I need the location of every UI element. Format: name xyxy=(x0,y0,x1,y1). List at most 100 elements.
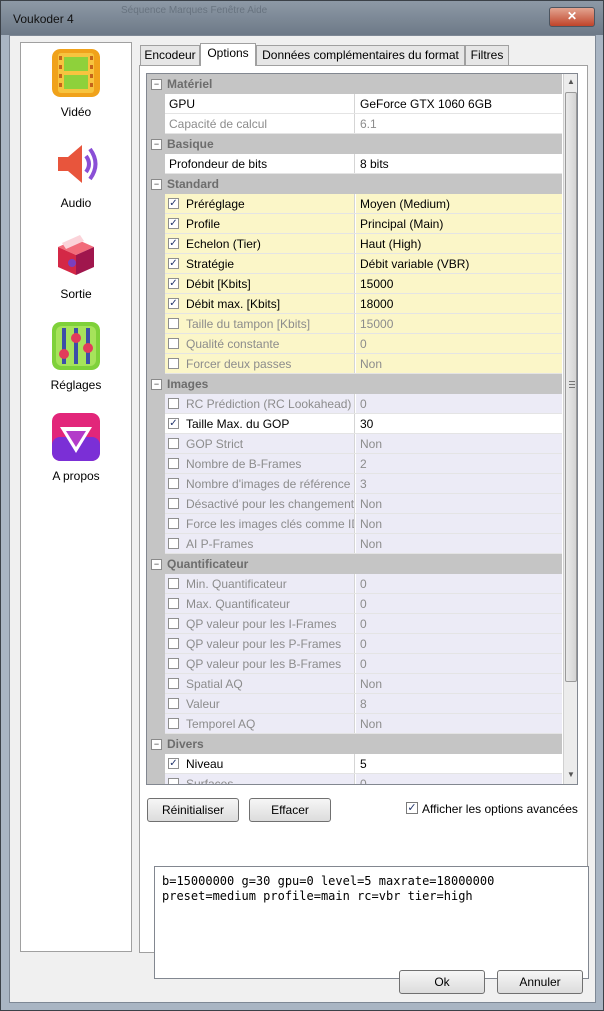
property-checkbox[interactable] xyxy=(168,698,179,709)
property-value-cell[interactable]: 0 xyxy=(356,634,562,653)
property-value-cell[interactable]: Non xyxy=(356,534,562,553)
property-row[interactable]: Capacité de calcul 6.1 xyxy=(147,114,562,134)
property-name-cell[interactable]: Max. Quantificateur xyxy=(165,594,355,613)
property-row[interactable]: Forcer deux passes Non xyxy=(147,354,562,374)
tab-encoder[interactable]: Encodeur xyxy=(140,45,200,65)
property-checkbox[interactable] xyxy=(168,338,179,349)
property-value-cell[interactable]: Non xyxy=(356,354,562,373)
property-name-cell[interactable]: Taille du tampon [Kbits] xyxy=(165,314,355,333)
property-checkbox[interactable] xyxy=(168,398,179,409)
scroll-up-icon[interactable]: ▲ xyxy=(566,77,576,87)
property-checkbox[interactable] xyxy=(168,498,179,509)
collapse-icon[interactable]: − xyxy=(151,139,162,150)
property-name-cell[interactable]: QP valeur pour les I-Frames xyxy=(165,614,355,633)
property-value-cell[interactable]: Haut (High) xyxy=(356,234,562,253)
property-value-cell[interactable]: 0 xyxy=(356,594,562,613)
collapse-icon[interactable]: − xyxy=(151,739,162,750)
output-params-text[interactable]: b=15000000 g=30 gpu=0 level=5 maxrate=18… xyxy=(154,866,589,979)
title-bar[interactable]: Séquence Marques Fenêtre Aide Voukoder 4… xyxy=(1,1,603,35)
property-checkbox[interactable]: ✓ xyxy=(168,278,179,289)
property-checkbox[interactable]: ✓ xyxy=(168,198,179,209)
property-row[interactable]: ✓ Débit [Kbits] 15000 xyxy=(147,274,562,294)
property-checkbox[interactable] xyxy=(168,358,179,369)
reset-button[interactable]: Réinitialiser xyxy=(147,798,239,822)
cancel-button[interactable]: Annuler xyxy=(497,970,583,994)
property-value-cell[interactable]: 6.1 xyxy=(356,114,562,133)
category-row[interactable]: − Divers xyxy=(147,734,562,754)
property-row[interactable]: AI P-Frames Non xyxy=(147,534,562,554)
property-name-cell[interactable]: Nombre de B-Frames xyxy=(165,454,355,473)
property-grid[interactable]: − Matériel GPU GeForce GTX 1060 6GB Capacité… xyxy=(146,73,578,785)
property-checkbox[interactable] xyxy=(168,598,179,609)
property-value-cell[interactable]: 2 xyxy=(356,454,562,473)
property-value-cell[interactable]: Non xyxy=(356,494,562,513)
property-row[interactable]: RC Prédiction (RC Lookahead) 0 xyxy=(147,394,562,414)
sidebar-item-audio[interactable]: Audio xyxy=(21,140,131,220)
property-row[interactable]: Force les images clés comme ID Non xyxy=(147,514,562,534)
category-row[interactable]: − Images xyxy=(147,374,562,394)
property-value-cell[interactable]: Principal (Main) xyxy=(356,214,562,233)
vertical-scrollbar[interactable]: ▲ ▼ xyxy=(563,74,577,784)
property-name-cell[interactable]: RC Prédiction (RC Lookahead) xyxy=(165,394,355,413)
property-row[interactable]: QP valeur pour les B-Frames 0 xyxy=(147,654,562,674)
property-name-cell[interactable]: Profondeur de bits xyxy=(165,154,355,173)
property-value-cell[interactable]: 8 bits xyxy=(356,154,562,173)
property-value-cell[interactable]: Non xyxy=(356,514,562,533)
tab-filters[interactable]: Filtres xyxy=(465,45,509,65)
property-name-cell[interactable]: ✓ Stratégie xyxy=(165,254,355,273)
property-checkbox[interactable] xyxy=(168,518,179,529)
clear-button[interactable]: Effacer xyxy=(249,798,331,822)
property-checkbox[interactable] xyxy=(168,778,179,784)
property-row[interactable]: Spatial AQ Non xyxy=(147,674,562,694)
category-row[interactable]: − Quantificateur xyxy=(147,554,562,574)
property-checkbox[interactable] xyxy=(168,478,179,489)
property-name-cell[interactable]: ✓ Débit max. [Kbits] xyxy=(165,294,355,313)
property-row[interactable]: QP valeur pour les P-Frames 0 xyxy=(147,634,562,654)
property-name-cell[interactable]: GOP Strict xyxy=(165,434,355,453)
property-row[interactable]: Temporel AQ Non xyxy=(147,714,562,734)
property-checkbox[interactable] xyxy=(168,578,179,589)
property-row[interactable]: ✓ Taille Max. du GOP 30 xyxy=(147,414,562,434)
property-row[interactable]: ✓ Niveau 5 xyxy=(147,754,562,774)
collapse-icon[interactable]: − xyxy=(151,559,162,570)
close-button[interactable]: ✕ xyxy=(549,7,595,27)
property-name-cell[interactable]: ✓ Profile xyxy=(165,214,355,233)
property-checkbox[interactable] xyxy=(168,678,179,689)
property-row[interactable]: ✓ Débit max. [Kbits] 18000 xyxy=(147,294,562,314)
sidebar-item-settings[interactable]: Réglages xyxy=(21,322,131,402)
ok-button[interactable]: Ok xyxy=(399,970,485,994)
property-name-cell[interactable]: Forcer deux passes xyxy=(165,354,355,373)
property-checkbox[interactable]: ✓ xyxy=(168,298,179,309)
property-name-cell[interactable]: ✓ Préréglage xyxy=(165,194,355,213)
property-value-cell[interactable]: Moyen (Medium) xyxy=(356,194,562,213)
property-value-cell[interactable]: GeForce GTX 1060 6GB xyxy=(356,94,562,113)
property-value-cell[interactable]: Non xyxy=(356,674,562,693)
tab-options[interactable]: Options xyxy=(200,43,256,66)
property-name-cell[interactable]: Désactivé pour les changement xyxy=(165,494,355,513)
property-checkbox[interactable] xyxy=(168,538,179,549)
scroll-down-icon[interactable]: ▼ xyxy=(566,770,576,780)
property-value-cell[interactable]: 0 xyxy=(356,574,562,593)
sidebar-item-about[interactable]: A propos xyxy=(21,413,131,493)
property-name-cell[interactable]: QP valeur pour les B-Frames xyxy=(165,654,355,673)
property-row[interactable]: Qualité constante 0 xyxy=(147,334,562,354)
property-value-cell[interactable]: 0 xyxy=(356,334,562,353)
property-checkbox[interactable]: ✓ xyxy=(168,758,179,769)
property-name-cell[interactable]: ✓ Echelon (Tier) xyxy=(165,234,355,253)
property-checkbox[interactable] xyxy=(168,458,179,469)
property-value-cell[interactable]: 8 xyxy=(356,694,562,713)
property-name-cell[interactable]: ✓ Taille Max. du GOP xyxy=(165,414,355,433)
property-row[interactable]: Profondeur de bits 8 bits xyxy=(147,154,562,174)
property-checkbox[interactable] xyxy=(168,438,179,449)
property-name-cell[interactable]: ✓ Débit [Kbits] xyxy=(165,274,355,293)
property-name-cell[interactable]: Surfaces xyxy=(165,774,355,784)
tab-format-data[interactable]: Données complémentaires du format xyxy=(256,45,465,65)
property-value-cell[interactable]: Débit variable (VBR) xyxy=(356,254,562,273)
collapse-icon[interactable]: − xyxy=(151,179,162,190)
sidebar-item-video[interactable]: Vidéo xyxy=(21,49,131,129)
property-checkbox[interactable]: ✓ xyxy=(168,258,179,269)
property-row[interactable]: ✓ Echelon (Tier) Haut (High) xyxy=(147,234,562,254)
property-name-cell[interactable]: Spatial AQ xyxy=(165,674,355,693)
property-row[interactable]: GPU GeForce GTX 1060 6GB xyxy=(147,94,562,114)
property-name-cell[interactable]: Force les images clés comme ID xyxy=(165,514,355,533)
